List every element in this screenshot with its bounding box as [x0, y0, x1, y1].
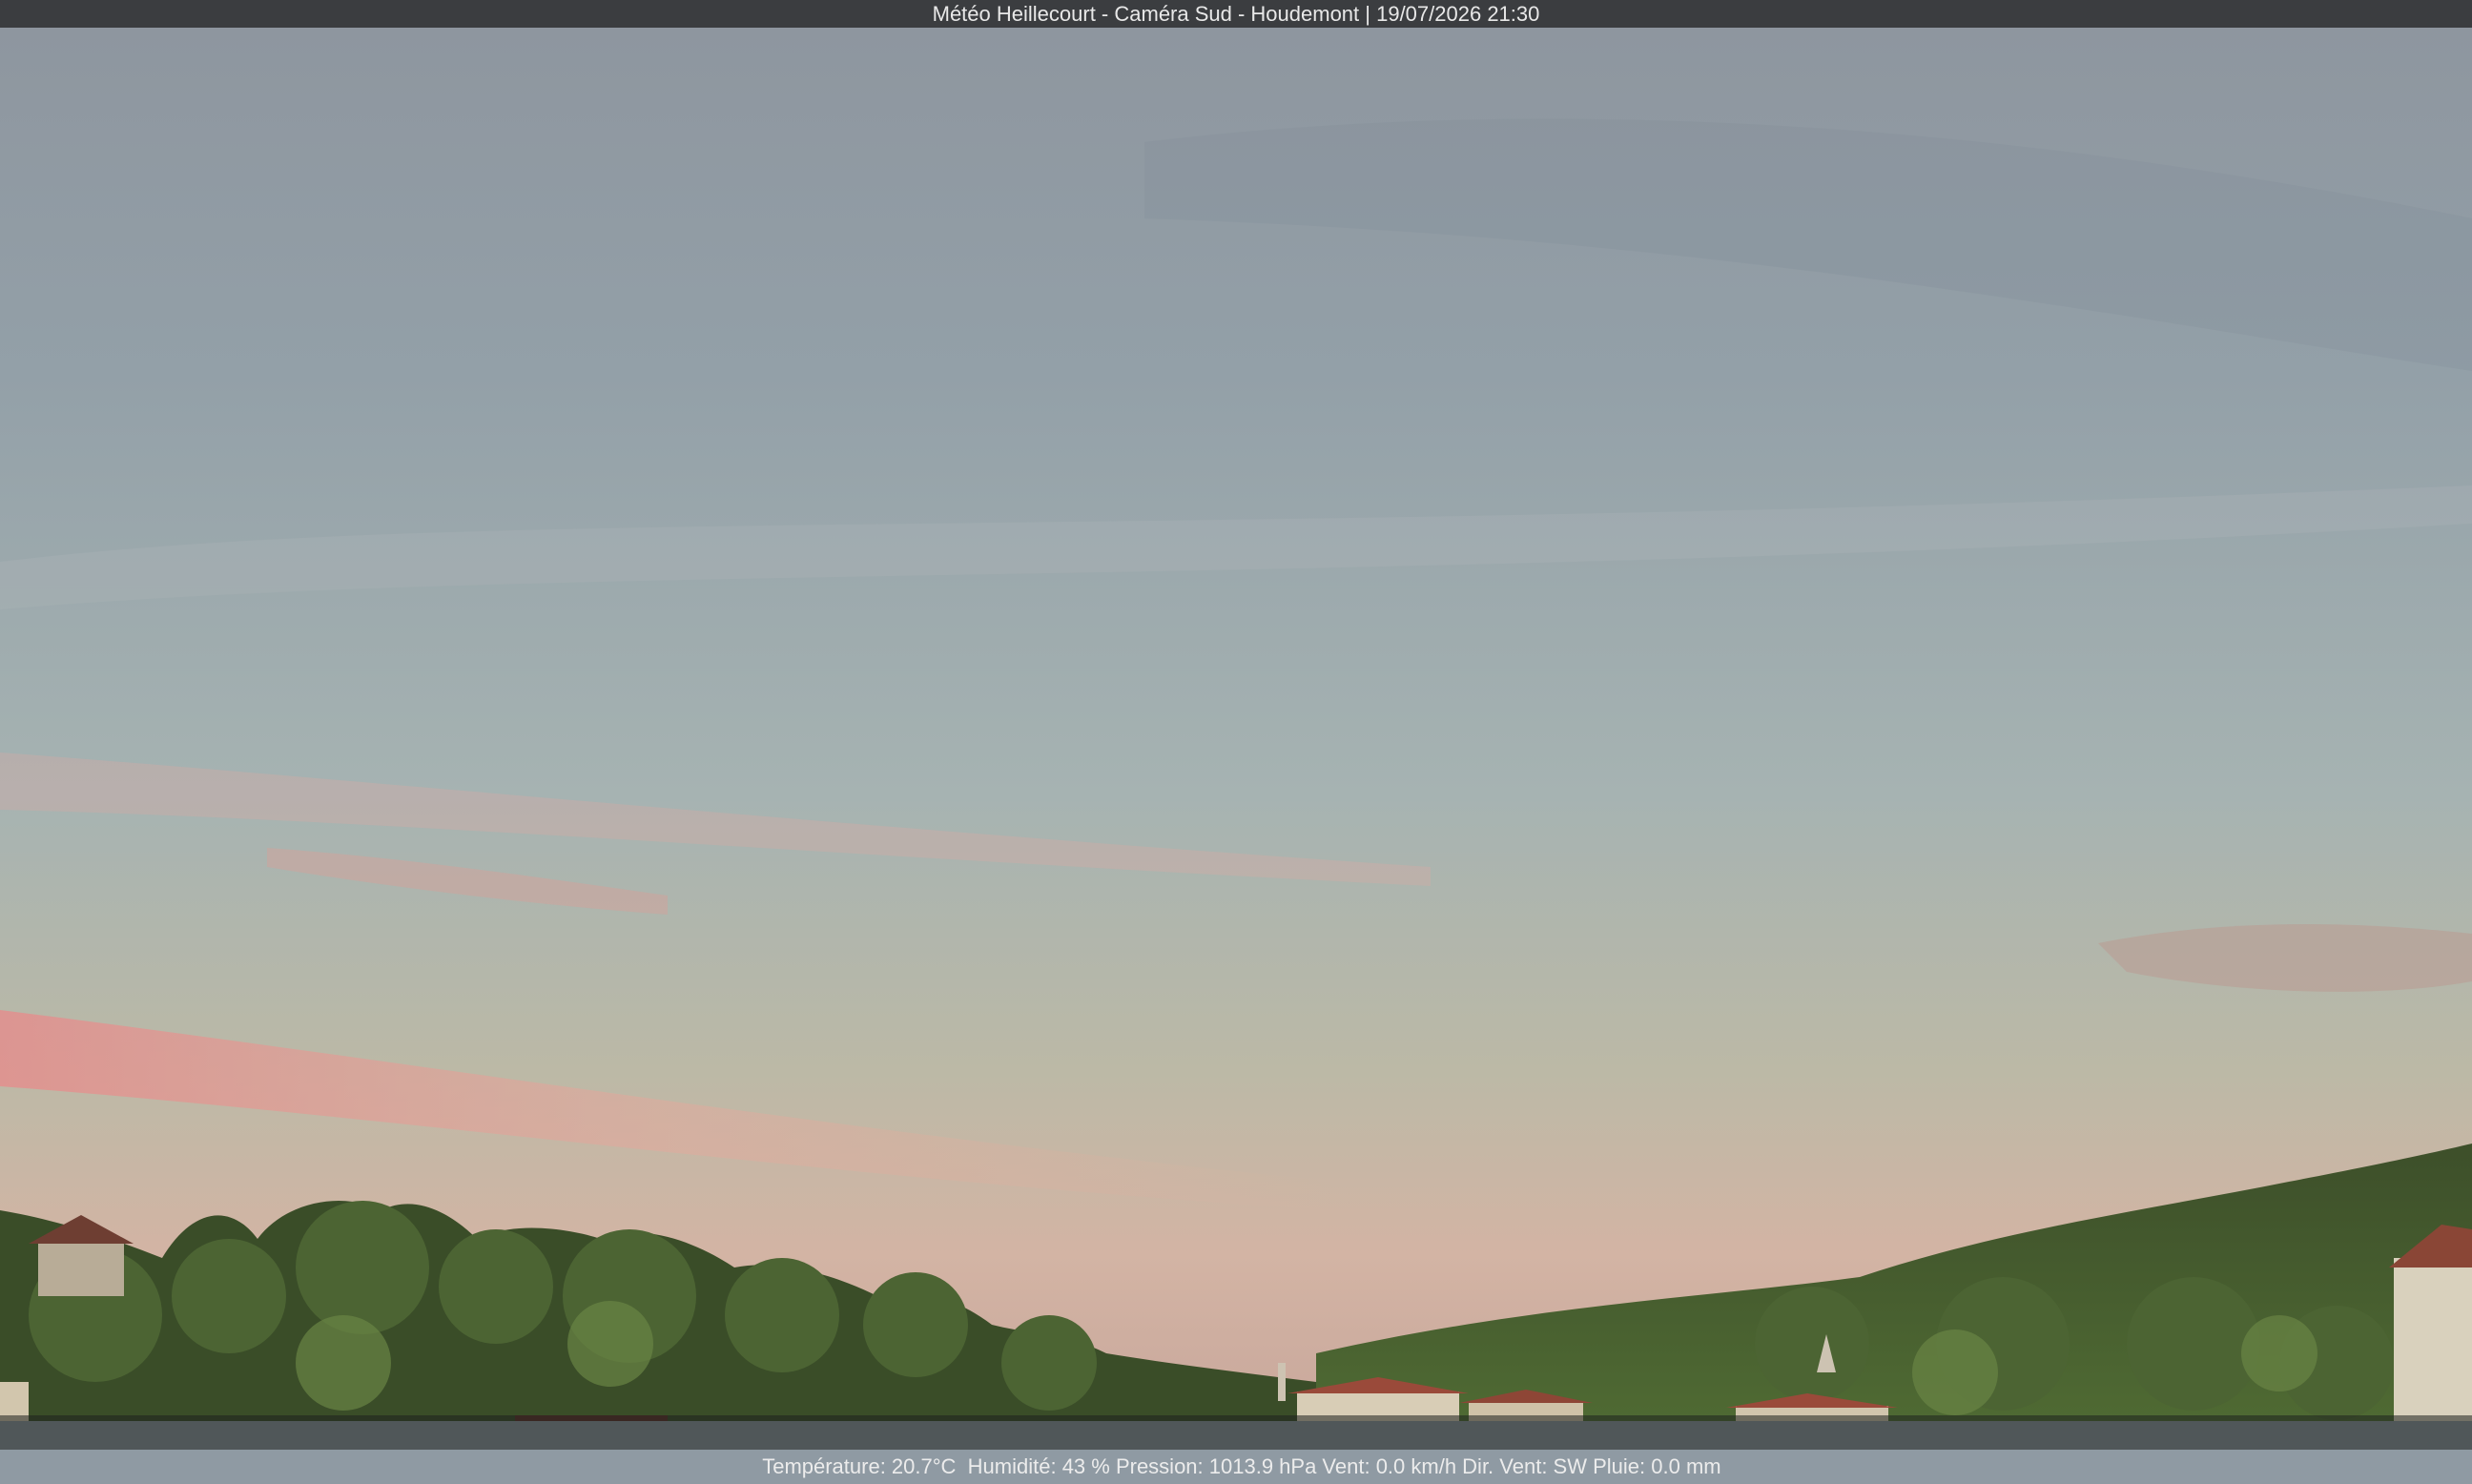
camera-title: Météo Heillecourt - Caméra Sud - Houdemo…	[932, 2, 1540, 26]
webcam-image	[0, 28, 2472, 1421]
sky-landscape-scene	[0, 28, 2472, 1421]
weather-info-bar: Température: 20.7°C Humidité: 43 % Press…	[0, 1415, 2472, 1478]
camera-title-bar: Météo Heillecourt - Caméra Sud - Houdemo…	[0, 0, 2472, 28]
weather-readout: Température: 20.7°C Humidité: 43 % Press…	[762, 1454, 1721, 1478]
